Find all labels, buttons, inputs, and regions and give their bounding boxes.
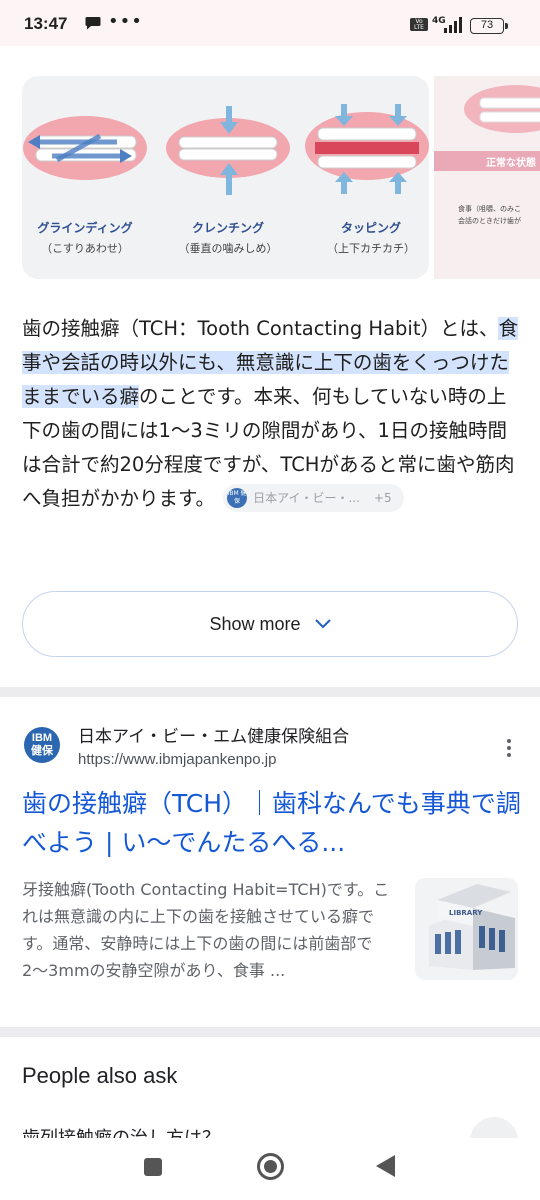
result-site-name[interactable]: 日本アイ・ビー・エム健康保険組合 (78, 722, 349, 747)
result-thumbnail[interactable]: LIBRARY (415, 878, 518, 980)
grinding-label: グラインディング （こすりあわせ） (37, 221, 133, 255)
show-more-label: Show more (209, 613, 301, 634)
teeth-habits-image[interactable]: グラインディング （こすりあわせ） クレンチング （垂直の噛みしめ） タッピング… (22, 76, 429, 279)
citation-source-name: 日本アイ・ビー・... (253, 490, 360, 505)
citation-more-count: +5 (373, 490, 392, 505)
tapping-label: タッピング （上下カチカチ） (327, 221, 415, 255)
chat-notification-icon (85, 17, 101, 30)
ai-overview-text: 歯の接触癖（TCH：Tooth Contacting Habit）とは、食事や会… (22, 312, 520, 516)
status-time: 13:47 (24, 14, 68, 33)
section-divider-2 (0, 1027, 540, 1037)
overview-text-before: 歯の接触癖（TCH：Tooth Contacting Habit）とは、 (22, 317, 499, 340)
normal-state-band-text: 正常な状態 (486, 158, 536, 169)
section-divider (0, 687, 540, 697)
battery-icon: 73 (470, 18, 508, 34)
image-carousel[interactable]: グラインディング （こすりあわせ） クレンチング （垂直の噛みしめ） タッピング… (22, 76, 540, 279)
volte-icon: Vo LTE (410, 18, 428, 31)
more-options-icon[interactable] (499, 737, 519, 759)
system-nav-bar (0, 1138, 540, 1200)
library-building-icon: LIBRARY (429, 884, 515, 970)
site-favicon[interactable]: IBM 健保 (24, 727, 60, 763)
more-notifications-icon: ••• (108, 11, 143, 32)
back-button[interactable] (376, 1155, 395, 1177)
normal-state-caption: 食事（咀嚼、のみこ 会話のときだけ歯が (458, 205, 521, 225)
result-url[interactable]: https://www.ibmjapankenpo.jp (78, 751, 276, 768)
thumbnail-text: LIBRARY (449, 909, 483, 917)
citation-chip[interactable]: IBM 健保 日本アイ・ビー・... +5 (223, 483, 404, 512)
citation-source-icon: IBM 健保 (227, 488, 248, 508)
result-title-link[interactable]: 歯の接触癖（TCH）｜歯科なんでも事典で調べよう | い〜でんたるへる... (22, 784, 522, 862)
show-more-button[interactable]: Show more (22, 591, 518, 657)
clenching-label: クレンチング （垂直の噛みしめ） (178, 221, 278, 255)
chevron-down-icon (314, 619, 331, 629)
home-button[interactable] (257, 1153, 284, 1180)
normal-state-image[interactable]: 正常な状態 食事（咀嚼、のみこ 会話のときだけ歯が (434, 76, 540, 279)
recent-apps-button[interactable] (144, 1158, 162, 1176)
status-bar: 13:47 ••• Vo LTE 4G 73 (0, 0, 540, 46)
result-snippet: 牙接触癖(Tooth Contacting Habit=TCH)です。これは無意… (22, 880, 390, 980)
people-also-ask-title: People also ask (22, 1063, 178, 1088)
paa-question-peek[interactable]: 歯列接触癖の治し方は？ (22, 1124, 220, 1138)
teeth-normal-illustration (464, 85, 540, 133)
signal-icon (444, 17, 462, 33)
text-fade (0, 540, 540, 588)
